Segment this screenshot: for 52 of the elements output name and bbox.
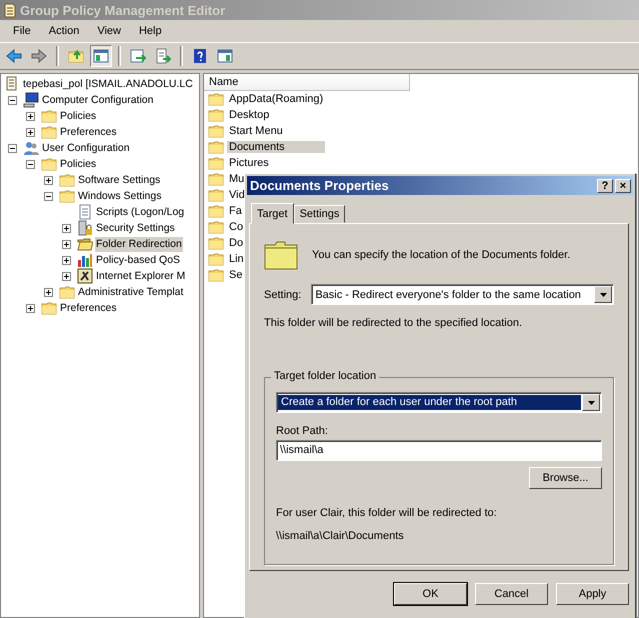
path-text: \\ismail\a\Clair\Documents (276, 530, 405, 542)
browse-button[interactable]: Browse... (529, 467, 602, 489)
root-path-field[interactable]: \\ismail\a (276, 440, 602, 461)
list-item[interactable]: AppData(Roaming) (227, 93, 326, 105)
list-item[interactable]: Co (227, 221, 246, 233)
tree-item[interactable]: Software Settings (77, 172, 162, 188)
tree-item[interactable]: User Configuration (41, 140, 131, 156)
list-item[interactable]: Mu (227, 173, 246, 185)
list-item[interactable]: Do (227, 237, 246, 249)
tree-item[interactable]: Policies (59, 156, 98, 172)
field-label: Setting: (264, 288, 302, 300)
close-button[interactable]: × (615, 178, 631, 192)
tree-item[interactable]: Folder Redirection (95, 236, 183, 252)
info-text: For user Clair, this folder will be redirected to: (276, 507, 498, 519)
tree-item[interactable]: Windows Settings (77, 188, 162, 204)
list-item[interactable]: Lin (227, 253, 246, 265)
help-button[interactable]: ? (597, 178, 613, 192)
list-item[interactable]: Se (227, 269, 244, 281)
menu-item[interactable]: File (4, 25, 40, 37)
menu-item[interactable]: Help (130, 25, 171, 37)
dialog-button[interactable]: Cancel (475, 583, 548, 605)
tree-item[interactable]: Preferences (59, 300, 118, 316)
tree-item[interactable]: Security Settings (95, 220, 176, 236)
setting-dropdown[interactable]: Basic - Redirect everyone's folder to the same location (311, 284, 614, 305)
tree-item[interactable]: Computer Configuration (41, 92, 154, 108)
tree-item[interactable]: Preferences (59, 124, 118, 140)
tree-item[interactable]: Scripts (Logon/Log (95, 204, 186, 220)
list-item[interactable]: Fa (227, 205, 244, 217)
list-item[interactable]: Desktop (227, 109, 272, 121)
list-item[interactable]: Vid (227, 189, 247, 201)
list-item[interactable]: Pictures (227, 157, 271, 169)
window-title: Group Policy Management Editor (20, 2, 226, 18)
info-text: This folder will be redirected to the specified location. (264, 317, 524, 329)
description-text: You can specify the location of the Documents folder. (312, 249, 570, 261)
list-item[interactable]: Start Menu (227, 125, 285, 137)
tree-item[interactable]: Internet Explorer M (95, 268, 186, 284)
tree-item[interactable]: Policy-based QoS (95, 252, 182, 268)
dialog-button[interactable]: OK (394, 583, 467, 605)
tree-item[interactable]: tepebasi_pol [ISMAIL.ANADOLU.LC (22, 76, 194, 92)
tree-item[interactable]: Policies (59, 108, 98, 124)
dialog-title: Documents Properties (250, 178, 390, 193)
location-dropdown[interactable]: Create a folder for each user under the root path (276, 392, 602, 413)
field-label: Root Path: (276, 425, 329, 437)
dialog-button[interactable]: Apply (556, 583, 629, 605)
tab[interactable]: Target (251, 203, 294, 224)
tab[interactable]: Settings (294, 205, 346, 223)
menu-item[interactable]: View (88, 25, 130, 37)
list-item[interactable]: Documents (227, 141, 325, 153)
menu-item[interactable]: Action (40, 25, 88, 37)
tree-item[interactable]: Administrative Templat (77, 284, 184, 300)
column-header[interactable]: Name (204, 74, 410, 91)
group-title: Target folder location (271, 370, 380, 382)
